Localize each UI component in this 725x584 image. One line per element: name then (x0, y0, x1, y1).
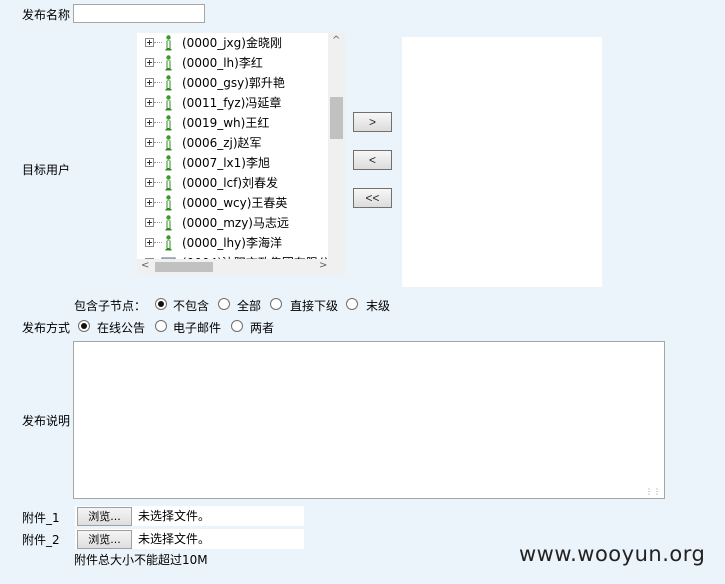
person-icon (164, 155, 173, 171)
scroll-up-icon[interactable]: ^ (332, 36, 340, 46)
person-icon (164, 195, 173, 211)
tree-node-label[interactable]: (0011_fyz)冯延章 (182, 96, 281, 110)
description-label: 发布说明 (22, 414, 71, 428)
tree-node-label[interactable]: (0006_zj)赵军 (182, 136, 262, 150)
attachment2-field: 浏览... 未选择文件。 (75, 529, 304, 549)
description-textarea[interactable]: ⋮⋮ (73, 341, 665, 499)
person-icon (164, 95, 173, 111)
tree-node-label[interactable]: (0000_mzy)马志远 (182, 216, 289, 230)
tree-node[interactable]: (0000_lhy)李海洋 (137, 233, 330, 253)
tree-node[interactable]: (0006_zj)赵军 (137, 133, 330, 153)
tree-node[interactable]: (0000_lh)李红 (137, 53, 330, 73)
person-icon (164, 215, 173, 231)
tree-connector-line (154, 222, 162, 223)
tree-vertical-scrollbar[interactable]: ^ ⌄ (328, 33, 345, 267)
tree-horizontal-scrollbar[interactable]: < > (137, 259, 345, 275)
add-user-button[interactable]: > (353, 112, 392, 132)
tree-connector-line (154, 102, 162, 103)
tree-connector-line (154, 82, 162, 83)
method-email-radio[interactable] (155, 320, 167, 332)
attachment2-browse-button[interactable]: 浏览... (77, 530, 132, 549)
include-none-label: 不包含 (173, 299, 210, 313)
attachment2-status: 未选择文件。 (138, 532, 211, 546)
scroll-left-icon[interactable]: < (141, 261, 149, 271)
person-icon (164, 135, 173, 151)
method-both-label: 两者 (250, 321, 275, 335)
tree-connector-line (154, 122, 162, 123)
tree-node[interactable]: (0011_fyz)冯延章 (137, 93, 330, 113)
expand-icon[interactable] (145, 218, 154, 227)
include-leaf-radio[interactable] (346, 298, 358, 310)
method-online-label: 在线公告 (97, 321, 146, 335)
publish-name-label: 发布名称 (22, 8, 71, 22)
publish-method-label: 发布方式 (22, 321, 71, 335)
include-all-radio[interactable] (218, 298, 230, 310)
remove-all-users-button[interactable]: << (353, 188, 392, 208)
tree-node-label[interactable]: (0000_wcy)王春英 (182, 196, 287, 210)
tree-node[interactable]: (0000_wcy)王春英 (137, 193, 330, 213)
expand-icon[interactable] (145, 58, 154, 67)
attachment1-field: 浏览... 未选择文件。 (75, 506, 304, 526)
expand-icon[interactable] (145, 178, 154, 187)
method-both-radio[interactable] (231, 320, 243, 332)
tree-horizontal-scroll-thumb[interactable] (155, 262, 213, 272)
attachment1-browse-button[interactable]: 浏览... (77, 507, 132, 526)
tree-node[interactable]: (0000_jxg)金晓刚 (137, 33, 330, 53)
user-tree[interactable]: (0000_jxg)金晓刚 (0000_lh)李红 (0000_gsy)郭升艳 (00… (137, 33, 345, 275)
tree-node[interactable]: (0019_wh)王红 (137, 113, 330, 133)
tree-node[interactable]: (0000_mzy)马志远 (137, 213, 330, 233)
tree-connector-line (154, 242, 162, 243)
person-icon (164, 75, 173, 91)
tree-connector-line (154, 182, 162, 183)
tree-node-label[interactable]: (0000_lcf)刘春发 (182, 176, 278, 190)
expand-icon[interactable] (145, 78, 154, 87)
tree-node[interactable]: (0000_gsy)郭升艳 (137, 73, 330, 93)
tree-node-label[interactable]: (0000_gsy)郭升艳 (182, 76, 285, 90)
target-users-label: 目标用户 (22, 163, 71, 177)
tree-node-label[interactable]: (0000_jxg)金晓刚 (182, 36, 282, 50)
expand-icon[interactable] (145, 98, 154, 107)
include-all-label: 全部 (237, 299, 262, 313)
expand-icon[interactable] (145, 138, 154, 147)
include-children-label: 包含子节点： (74, 299, 147, 313)
include-leaf-label: 末级 (366, 299, 391, 313)
resize-grip-icon[interactable]: ⋮⋮ (645, 488, 661, 496)
watermark: www.wooyun.org (519, 542, 706, 566)
attachment-size-note: 附件总大小不能超过10M (74, 553, 208, 567)
attachment1-status: 未选择文件。 (138, 509, 211, 523)
person-icon (164, 55, 173, 71)
publish-name-input[interactable] (73, 4, 205, 23)
method-online-radio[interactable] (78, 320, 90, 332)
tree-node[interactable]: (0007_lx1)李旭 (137, 153, 330, 173)
include-none-radio[interactable] (155, 298, 167, 310)
include-direct-radio[interactable] (270, 298, 282, 310)
person-icon (164, 235, 173, 251)
tree-node-label[interactable]: (0000_lhy)李海洋 (182, 236, 282, 250)
tree-connector-line (154, 42, 162, 43)
tree-connector-line (154, 202, 162, 203)
tree-node-label[interactable]: (0000_lh)李红 (182, 56, 263, 70)
tree-connector-line (154, 62, 162, 63)
expand-icon[interactable] (145, 38, 154, 47)
tree-connector-line (154, 162, 162, 163)
tree-vertical-scroll-thumb[interactable] (330, 97, 343, 139)
scroll-right-icon[interactable]: > (319, 261, 327, 271)
expand-icon[interactable] (145, 198, 154, 207)
remove-user-button[interactable]: < (353, 150, 392, 170)
selected-users-list[interactable] (402, 37, 602, 287)
tree-node-label[interactable]: (0019_wh)王红 (182, 116, 269, 130)
attachment2-label: 附件_2 (22, 533, 60, 547)
person-icon (164, 115, 173, 131)
tree-node-label[interactable]: (0007_lx1)李旭 (182, 156, 270, 170)
tree-node[interactable]: (0000_lcf)刘春发 (137, 173, 330, 193)
include-direct-label: 直接下级 (290, 299, 339, 313)
person-icon (164, 35, 173, 51)
person-icon (164, 175, 173, 191)
expand-icon[interactable] (145, 118, 154, 127)
expand-icon[interactable] (145, 238, 154, 247)
attachment1-label: 附件_1 (22, 511, 60, 525)
expand-icon[interactable] (145, 158, 154, 167)
method-email-label: 电子邮件 (173, 321, 222, 335)
tree-connector-line (154, 142, 162, 143)
